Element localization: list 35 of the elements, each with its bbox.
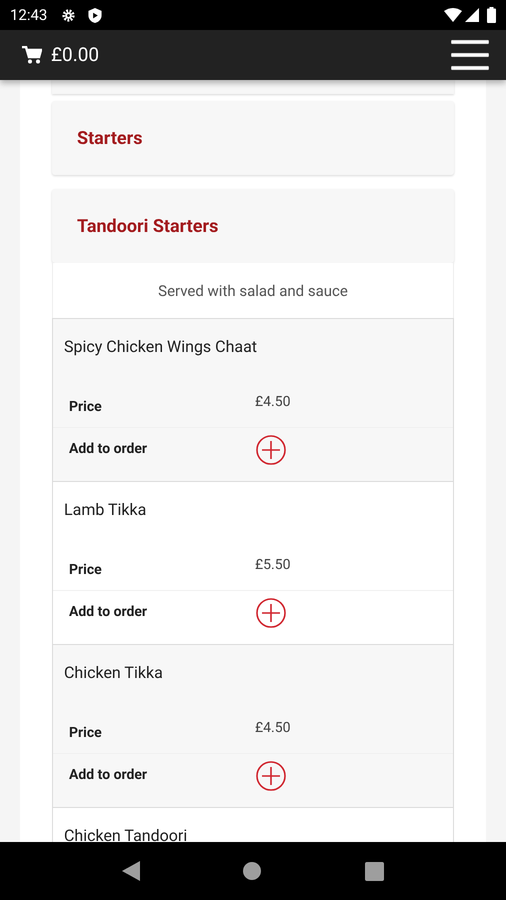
status-time: 12:43 <box>10 4 48 26</box>
cart-icon <box>22 46 42 64</box>
shield-icon <box>88 8 102 22</box>
price-label: Price <box>69 398 103 416</box>
item-name: Spicy Chicken Wings Chaat <box>64 337 258 356</box>
cart-total[interactable]: £0.00 <box>51 40 100 70</box>
add-button[interactable] <box>255 760 287 792</box>
signal-icon <box>465 8 479 22</box>
item-name: Chicken Tikka <box>64 663 163 682</box>
price-label: Price <box>69 724 103 742</box>
price-value: £5.50 <box>255 556 290 574</box>
home-icon[interactable] <box>243 862 262 880</box>
category-header[interactable]: Tandoori Starters <box>52 189 454 263</box>
category-description: Served with salad and sauce <box>52 263 454 319</box>
wifi-icon <box>444 8 462 22</box>
item-name: Lamb Tikka <box>64 500 146 519</box>
add-label: Add to order <box>69 603 148 622</box>
menu-button[interactable] <box>451 39 489 71</box>
plus-circle-icon <box>255 596 287 628</box>
recents-icon[interactable] <box>365 862 384 880</box>
add-button[interactable] <box>255 596 287 628</box>
category-header[interactable]: Starters <box>52 101 454 175</box>
plus-circle-icon <box>255 434 287 466</box>
price-value: £4.50 <box>255 718 290 738</box>
item-name: Chicken Tandoori <box>64 826 188 842</box>
price-label: Price <box>69 560 103 580</box>
add-button[interactable] <box>255 434 287 466</box>
plus-circle-icon <box>255 760 287 792</box>
battery-icon <box>487 7 496 23</box>
price-value: £4.50 <box>255 392 290 412</box>
add-label: Add to order <box>69 440 148 459</box>
menu-icon <box>451 39 489 71</box>
gear-icon <box>61 8 76 22</box>
add-label: Add to order <box>69 766 148 785</box>
back-icon[interactable] <box>122 861 140 881</box>
